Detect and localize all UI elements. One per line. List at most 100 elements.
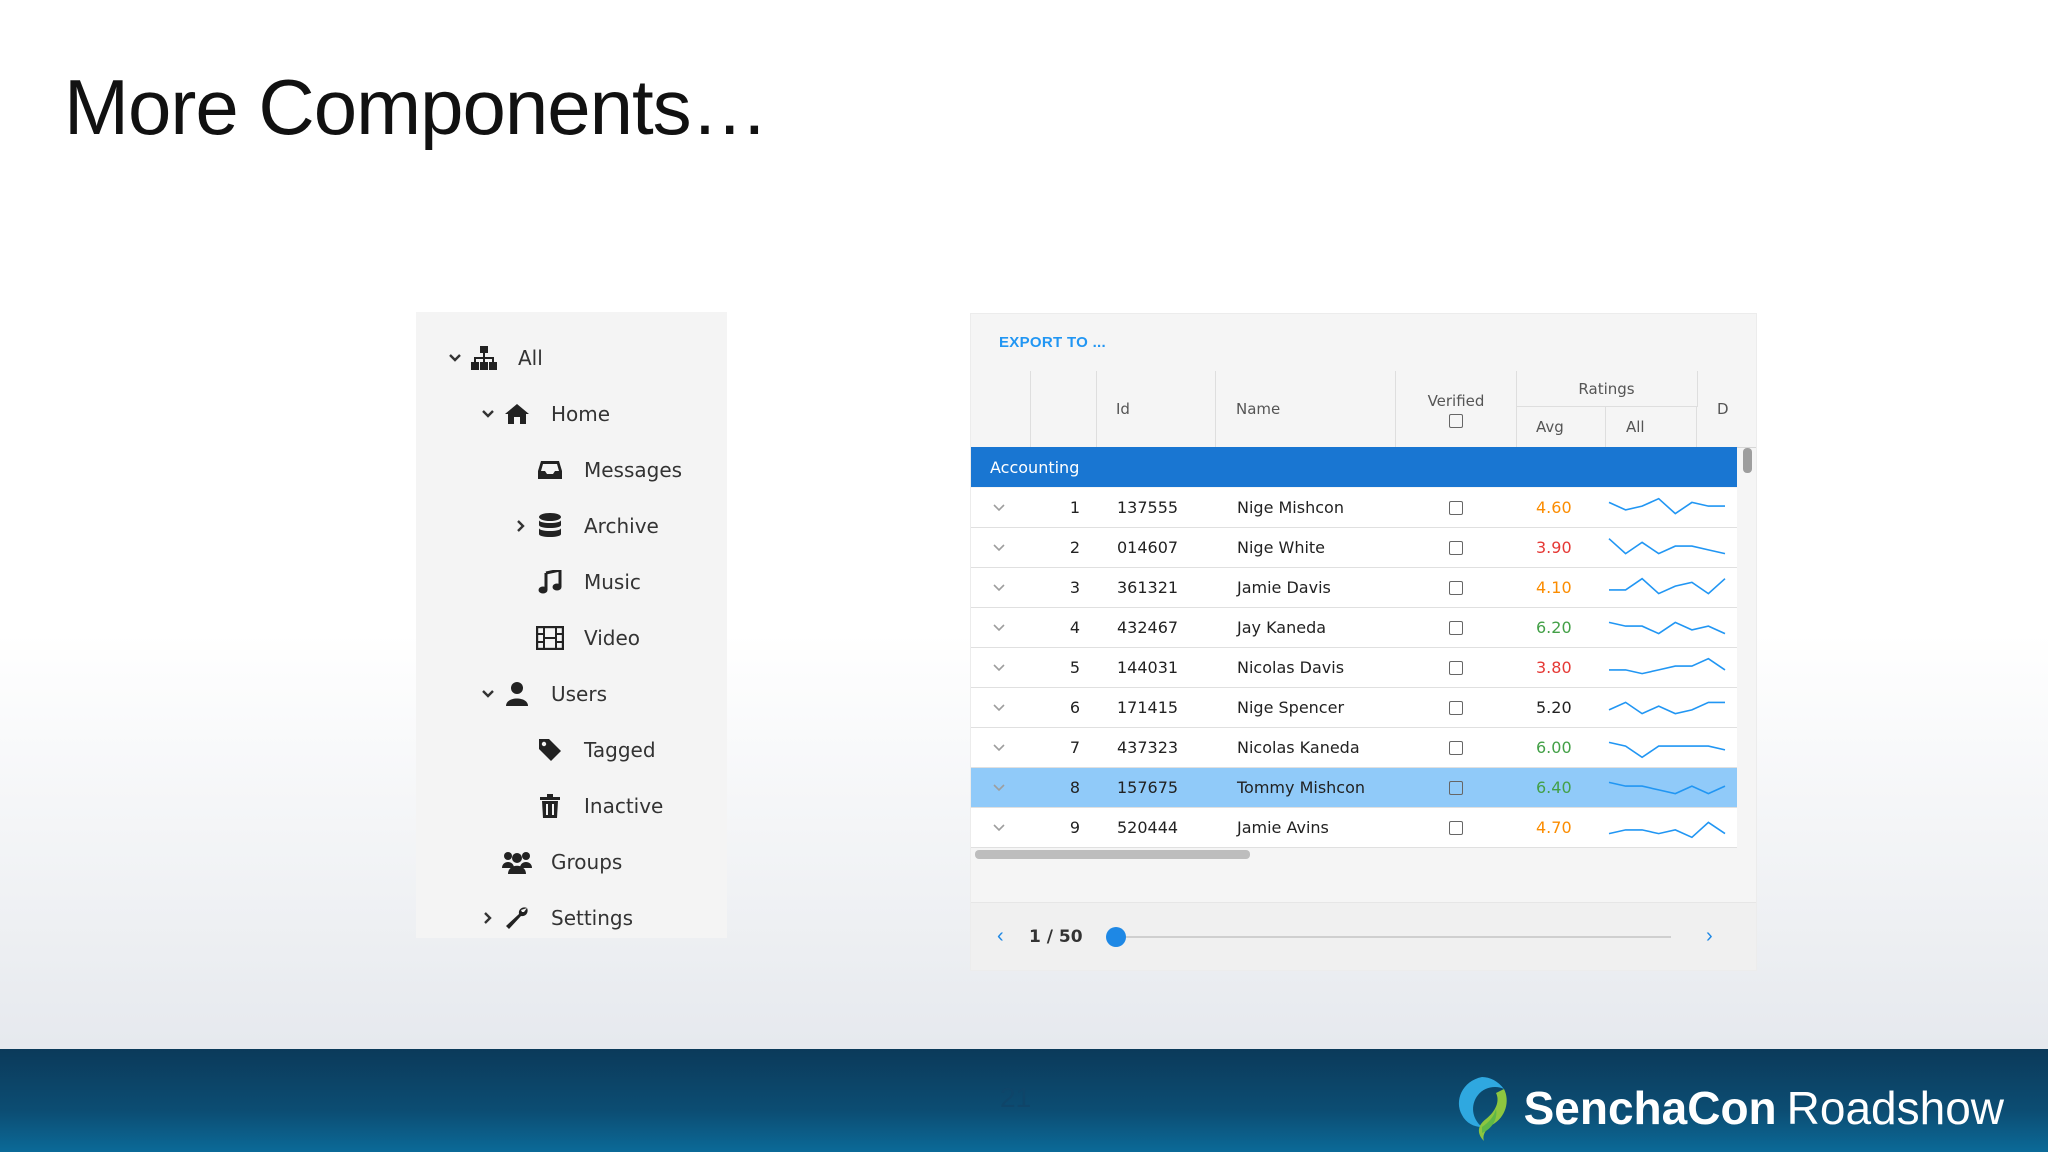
cell-avg: 3.80 bbox=[1536, 658, 1572, 677]
tree-item-archive[interactable]: Archive bbox=[510, 506, 659, 546]
vertical-scrollbar[interactable] bbox=[1743, 448, 1752, 473]
header-verified[interactable]: Verified bbox=[1396, 371, 1517, 447]
sparkline-chart bbox=[1607, 688, 1727, 727]
pager-slider-thumb[interactable] bbox=[1106, 927, 1126, 947]
page-number: 21 bbox=[1000, 1082, 1032, 1113]
verified-checkbox[interactable] bbox=[1449, 620, 1463, 635]
row-expander-chevron-icon[interactable] bbox=[993, 768, 1005, 807]
header-avg[interactable]: Avg bbox=[1516, 406, 1606, 447]
header-verified-label: Verified bbox=[1427, 392, 1485, 410]
tree-item-video[interactable]: Video bbox=[510, 618, 640, 658]
tree-item-all[interactable]: All bbox=[444, 338, 543, 378]
cell-name: Nige Spencer bbox=[1237, 698, 1345, 717]
sparkline-chart bbox=[1607, 608, 1727, 647]
next-page-button[interactable]: › bbox=[1706, 925, 1713, 948]
tree-item-label: Archive bbox=[584, 514, 659, 538]
verified-checkbox[interactable] bbox=[1449, 500, 1463, 515]
row-number: 1 bbox=[1069, 498, 1080, 517]
chevron-down-icon[interactable] bbox=[477, 689, 499, 699]
sparkline-chart bbox=[1607, 768, 1727, 807]
select-all-checkbox[interactable] bbox=[1449, 414, 1463, 428]
verified-checkbox[interactable] bbox=[1449, 780, 1463, 795]
tree-item-label: Messages bbox=[584, 458, 683, 482]
pager-slider-track[interactable] bbox=[1116, 936, 1671, 938]
verified-checkbox[interactable] bbox=[1449, 820, 1463, 835]
user-icon bbox=[499, 682, 535, 706]
prev-page-button[interactable]: ‹ bbox=[997, 925, 1004, 948]
table-row[interactable]: 7 437323 Nicolas Kaneda 6.00 bbox=[971, 728, 1737, 768]
tree-panel: All Home Messages Archive Music Video Us… bbox=[416, 312, 727, 938]
table-row[interactable]: 4 432467 Jay Kaneda 6.20 bbox=[971, 608, 1737, 648]
row-expander-chevron-icon[interactable] bbox=[993, 728, 1005, 767]
chevron-down-icon[interactable] bbox=[477, 409, 499, 419]
header-all[interactable]: All bbox=[1606, 406, 1697, 447]
table-row[interactable]: 3 361321 Jamie Davis 4.10 bbox=[971, 568, 1737, 608]
sparkline-chart bbox=[1607, 808, 1727, 847]
tree-item-groups[interactable]: Groups bbox=[477, 842, 622, 882]
row-number: 9 bbox=[1069, 818, 1080, 837]
tree-item-inactive[interactable]: Inactive bbox=[510, 786, 663, 826]
sparkline-chart bbox=[1607, 648, 1727, 687]
row-expander-chevron-icon[interactable] bbox=[993, 648, 1005, 687]
music-icon bbox=[532, 570, 568, 594]
export-button[interactable]: EXPORT TO ... bbox=[999, 334, 1106, 351]
trash-icon bbox=[532, 794, 568, 818]
brand-name-light: Roadshow bbox=[1786, 1082, 2004, 1134]
grid-toolbar: EXPORT TO ... bbox=[971, 314, 1756, 371]
table-row[interactable]: 1 137555 Nige Mishcon 4.60 bbox=[971, 488, 1737, 528]
film-icon bbox=[532, 626, 568, 650]
row-number: 7 bbox=[1069, 738, 1080, 757]
chevron-right-icon[interactable] bbox=[510, 519, 532, 533]
table-row[interactable]: 9 520444 Jamie Avins 4.70 bbox=[971, 808, 1737, 848]
verified-checkbox[interactable] bbox=[1449, 660, 1463, 675]
group-label: Accounting bbox=[990, 457, 1080, 477]
tree-item-tagged[interactable]: Tagged bbox=[510, 730, 656, 770]
sparkline-line bbox=[1608, 537, 1726, 555]
header-id[interactable]: Id bbox=[1096, 371, 1216, 447]
tree-item-label: Video bbox=[584, 626, 641, 650]
verified-checkbox[interactable] bbox=[1449, 700, 1463, 715]
data-grid: EXPORT TO ... Id Name Verified Ratings A… bbox=[971, 314, 1756, 970]
cell-avg: 6.40 bbox=[1536, 778, 1572, 797]
table-row[interactable]: 8 157675 Tommy Mishcon 6.40 bbox=[971, 768, 1737, 808]
tree-item-settings[interactable]: Settings bbox=[477, 898, 633, 938]
header-d[interactable]: D bbox=[1697, 371, 1756, 447]
row-expander-chevron-icon[interactable] bbox=[993, 608, 1005, 647]
verified-checkbox[interactable] bbox=[1449, 540, 1463, 555]
cell-name: Jay Kaneda bbox=[1237, 618, 1327, 637]
pager: ‹ 1 / 50 › bbox=[971, 902, 1756, 970]
table-row[interactable]: 6 171415 Nige Spencer 5.20 bbox=[971, 688, 1737, 728]
row-expander-chevron-icon[interactable] bbox=[993, 688, 1005, 727]
tree-item-home[interactable]: Home bbox=[477, 394, 610, 434]
tree-item-music[interactable]: Music bbox=[510, 562, 641, 602]
grid-header: Id Name Verified Ratings Avg All D bbox=[971, 371, 1756, 448]
row-expander-chevron-icon[interactable] bbox=[993, 808, 1005, 847]
row-expander-chevron-icon[interactable] bbox=[993, 528, 1005, 567]
table-row[interactable]: 2 014607 Nige White 3.90 bbox=[971, 528, 1737, 568]
cell-id: 437323 bbox=[1117, 738, 1179, 757]
cell-avg: 4.70 bbox=[1536, 818, 1572, 837]
row-expander-chevron-icon[interactable] bbox=[993, 568, 1005, 607]
chevron-right-icon[interactable] bbox=[477, 911, 499, 925]
chevron-down-icon[interactable] bbox=[444, 353, 466, 363]
cell-name: Jamie Avins bbox=[1237, 818, 1329, 837]
brand-logo: SenchaCon Roadshow bbox=[1452, 1075, 2004, 1141]
cell-name: Jamie Davis bbox=[1237, 578, 1331, 597]
cell-name: Nige Mishcon bbox=[1237, 498, 1344, 517]
tree-item-users[interactable]: Users bbox=[477, 674, 607, 714]
users-icon bbox=[499, 850, 535, 874]
table-row[interactable]: 5 144031 Nicolas Davis 3.80 bbox=[971, 648, 1737, 688]
cell-name: Nicolas Davis bbox=[1237, 658, 1345, 677]
horizontal-scrollbar[interactable] bbox=[975, 850, 1250, 859]
tree-item-label: Music bbox=[584, 570, 641, 594]
tree-item-messages[interactable]: Messages bbox=[510, 450, 682, 490]
verified-checkbox[interactable] bbox=[1449, 740, 1463, 755]
cell-avg: 6.20 bbox=[1536, 618, 1572, 637]
sparkline-line bbox=[1609, 657, 1726, 674]
verified-checkbox[interactable] bbox=[1449, 580, 1463, 595]
header-name[interactable]: Name bbox=[1216, 371, 1396, 447]
cell-avg: 6.00 bbox=[1536, 738, 1572, 757]
group-header-row[interactable]: Accounting bbox=[971, 447, 1737, 487]
cell-avg: 5.20 bbox=[1536, 698, 1572, 717]
row-expander-chevron-icon[interactable] bbox=[993, 488, 1005, 527]
